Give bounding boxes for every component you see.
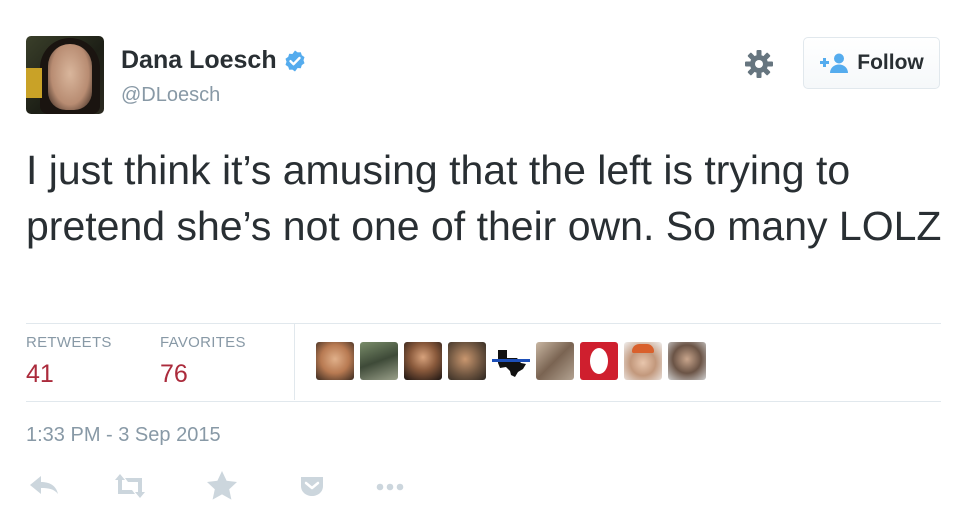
retweets-stat[interactable]: RETWEETS 41 <box>26 334 112 389</box>
retweets-label: RETWEETS <box>26 334 112 351</box>
retweet-icon[interactable] <box>112 468 148 504</box>
reply-icon[interactable] <box>26 468 62 504</box>
favoriter-avatar[interactable] <box>536 342 574 380</box>
texas-flag-icon <box>492 350 530 377</box>
retweets-count: 41 <box>26 360 54 388</box>
follow-button-label: Follow <box>857 51 924 74</box>
favoriter-avatar[interactable] <box>316 342 354 380</box>
stats-divider <box>294 324 295 400</box>
favoriter-avatar[interactable] <box>360 342 398 380</box>
author-avatar[interactable] <box>26 36 104 114</box>
favoriter-avatar[interactable] <box>668 342 706 380</box>
favoriter-avatar[interactable] <box>580 342 618 380</box>
author-name[interactable]: Dana Loesch <box>121 46 277 75</box>
tweet-stats: RETWEETS 41 FAVORITES 76 <box>26 323 941 402</box>
verified-badge-icon <box>285 50 305 71</box>
follow-button[interactable]: Follow <box>803 37 940 89</box>
tweet-timestamp[interactable]: 1:33 PM - 3 Sep 2015 <box>26 424 221 447</box>
favorites-stat[interactable]: FAVORITES 76 <box>160 334 246 389</box>
favorites-label: FAVORITES <box>160 334 246 351</box>
favoriter-avatar[interactable] <box>404 342 442 380</box>
red-logo-icon <box>590 348 608 374</box>
favoriter-avatar[interactable] <box>448 342 486 380</box>
favoriter-avatar[interactable] <box>492 342 530 380</box>
favoriter-avatars <box>316 342 706 380</box>
follow-person-plus-icon <box>820 53 849 73</box>
more-icon[interactable] <box>372 468 408 504</box>
favorites-count: 76 <box>160 360 188 388</box>
tweet-text: I just think it’s amusing that the left … <box>26 147 942 249</box>
pocket-icon[interactable] <box>294 468 330 504</box>
favorite-star-icon[interactable] <box>204 468 240 504</box>
author-name-row[interactable]: Dana Loesch <box>121 46 307 75</box>
gear-icon[interactable] <box>743 48 775 80</box>
author-handle[interactable]: @DLoesch <box>121 84 220 107</box>
favoriter-avatar[interactable] <box>624 342 662 380</box>
